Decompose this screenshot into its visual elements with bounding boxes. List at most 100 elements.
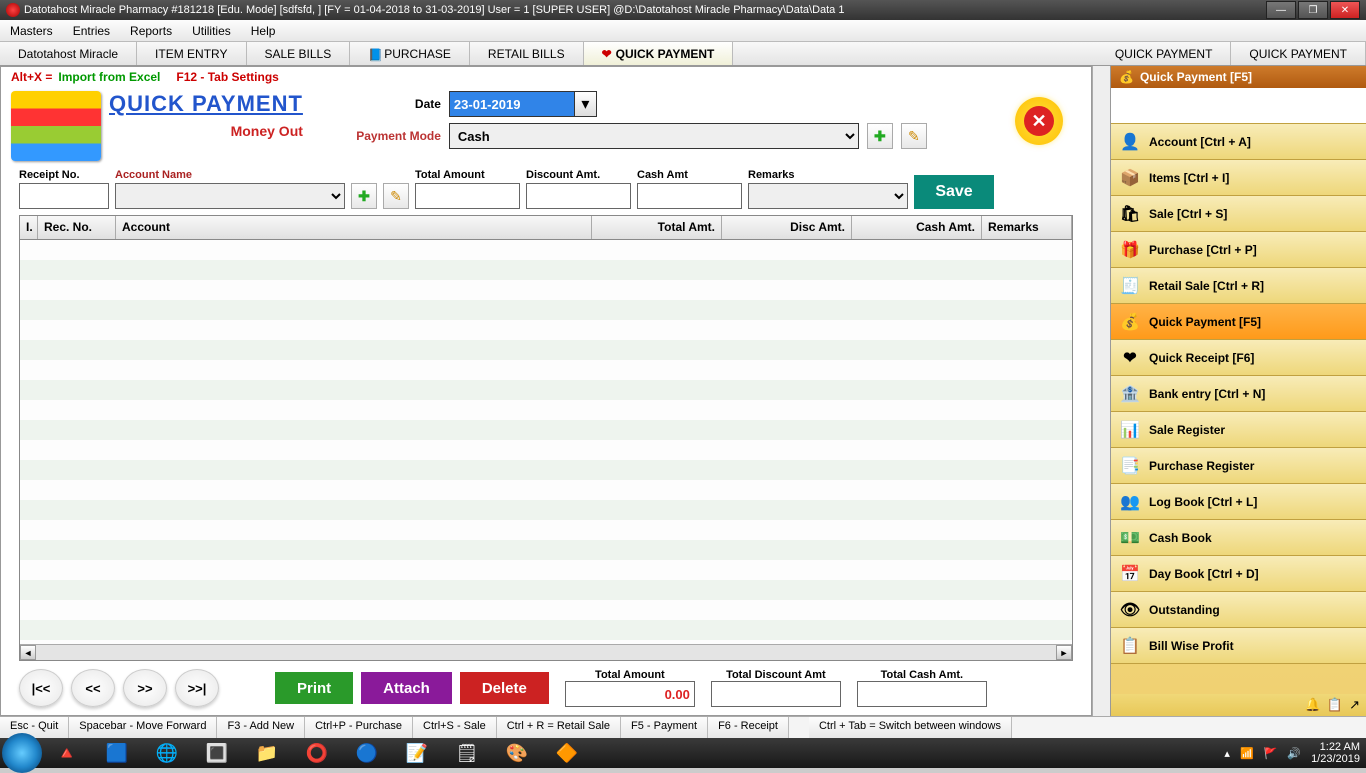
tray-volume-icon[interactable]: 🔊 — [1287, 747, 1301, 760]
nav-last-button[interactable]: >>| — [175, 669, 219, 707]
system-tray[interactable]: ▴ 📶 🚩 🔊 1:22 AM 1/23/2019 — [1224, 741, 1366, 765]
shortcut-ctrltab[interactable]: Ctrl + Tab = Switch between windows — [809, 717, 1012, 738]
nav-first-button[interactable]: |<< — [19, 669, 63, 707]
side-item-2[interactable]: 🛍Sale [Ctrl + S] — [1111, 196, 1366, 232]
start-button[interactable] — [2, 733, 42, 773]
col-rec-no[interactable]: Rec. No. — [38, 216, 116, 239]
import-link[interactable]: Import from Excel — [58, 70, 160, 84]
taskbar-opera-icon[interactable]: ⭕ — [293, 739, 341, 767]
shortcut-f3[interactable]: F3 - Add New — [217, 717, 305, 738]
tray-clock[interactable]: 1:22 AM 1/23/2019 — [1311, 741, 1360, 765]
taskbar-miracle-icon[interactable]: 🔶 — [543, 739, 591, 767]
payment-mode-select[interactable]: Cash — [449, 123, 859, 149]
taskbar-ie-icon[interactable]: 🌐 — [143, 739, 191, 767]
tab-retail-bills[interactable]: RETAIL BILLS — [470, 42, 584, 65]
side-item-11[interactable]: 💵Cash Book — [1111, 520, 1366, 556]
taskbar-paint-icon[interactable]: 🎨 — [493, 739, 541, 767]
shortcut-ctrls[interactable]: Ctrl+S - Sale — [413, 717, 497, 738]
tab-home[interactable]: Datotahost Miracle — [0, 42, 137, 65]
print-button[interactable]: Print — [275, 672, 353, 704]
side-item-7[interactable]: 🏦Bank entry [Ctrl + N] — [1111, 376, 1366, 412]
taskbar-app1-icon[interactable]: 🟦 — [93, 739, 141, 767]
tab-item-entry[interactable]: ITEM ENTRY — [137, 42, 246, 65]
tab-quick-payment-2[interactable]: QUICK PAYMENT — [1097, 42, 1232, 65]
side-item-1[interactable]: 📦Items [Ctrl + I] — [1111, 160, 1366, 196]
col-disc-amt[interactable]: Disc Amt. — [722, 216, 852, 239]
shortcut-ctrlr[interactable]: Ctrl + R = Retail Sale — [497, 717, 621, 738]
col-account[interactable]: Account — [116, 216, 592, 239]
tab-purchase[interactable]: 📘PURCHASE — [350, 42, 470, 65]
side-item-label: Quick Payment [F5] — [1149, 315, 1261, 329]
menu-entries[interactable]: Entries — [63, 24, 120, 38]
side-item-14[interactable]: 📋Bill Wise Profit — [1111, 628, 1366, 664]
taskbar-app2-icon[interactable]: 🔳 — [193, 739, 241, 767]
vertical-scrollbar[interactable] — [1092, 66, 1110, 716]
save-button[interactable]: Save — [914, 175, 994, 209]
tab-quick-payment-3[interactable]: QUICK PAYMENT — [1231, 42, 1366, 65]
col-total-amt[interactable]: Total Amt. — [592, 216, 722, 239]
col-cash-amt[interactable]: Cash Amt. — [852, 216, 982, 239]
add-account-button[interactable]: ✚ — [351, 183, 377, 209]
shortcut-esc[interactable]: Esc - Quit — [0, 717, 69, 738]
attach-button[interactable]: Attach — [361, 672, 452, 704]
tab-quick-payment-active[interactable]: ❤QUICK PAYMENT — [584, 42, 734, 65]
side-search-area[interactable] — [1111, 88, 1366, 124]
side-item-12[interactable]: 📅Day Book [Ctrl + D] — [1111, 556, 1366, 592]
shortcut-space[interactable]: Spacebar - Move Forward — [69, 717, 217, 738]
edit-account-button[interactable]: ✎ — [383, 183, 409, 209]
side-item-13[interactable]: 👁Outstanding — [1111, 592, 1366, 628]
grid-body[interactable] — [20, 240, 1072, 644]
shortcut-f6[interactable]: F6 - Receipt — [708, 717, 789, 738]
col-index[interactable]: I. — [20, 216, 38, 239]
close-button[interactable]: ✕ — [1330, 1, 1360, 19]
side-item-6[interactable]: ❤Quick Receipt [F6] — [1111, 340, 1366, 376]
close-form-button[interactable]: ✕ — [1015, 97, 1063, 145]
nav-prev-button[interactable]: << — [71, 669, 115, 707]
side-item-9[interactable]: 📑Purchase Register — [1111, 448, 1366, 484]
taskbar-notes-icon[interactable]: 🗒 — [443, 739, 491, 767]
side-item-3[interactable]: 🎁Purchase [Ctrl + P] — [1111, 232, 1366, 268]
tray-flag-icon[interactable]: 🚩 — [1264, 747, 1278, 760]
taskbar-vlc-icon[interactable]: 🔺 — [43, 739, 91, 767]
delete-button[interactable]: Delete — [460, 672, 549, 704]
col-remarks[interactable]: Remarks — [982, 216, 1072, 239]
scroll-left-arrow[interactable]: ◄ — [20, 645, 36, 660]
shortcut-ctrlp[interactable]: Ctrl+P - Purchase — [305, 717, 413, 738]
tab-sale-bills[interactable]: SALE BILLS — [247, 42, 351, 65]
total-amount-input[interactable] — [415, 183, 520, 209]
taskbar-chrome-icon[interactable]: 🔵 — [343, 739, 391, 767]
cash-amt-input[interactable] — [637, 183, 742, 209]
side-item-0[interactable]: 👤Account [Ctrl + A] — [1111, 124, 1366, 160]
tray-arrow-icon[interactable]: ▴ — [1224, 747, 1230, 760]
copy-icon[interactable]: 📋 — [1327, 697, 1343, 713]
f12-label[interactable]: F12 - Tab Settings — [176, 70, 278, 84]
discount-amt-input[interactable] — [526, 183, 631, 209]
side-item-4[interactable]: 🧾Retail Sale [Ctrl + R] — [1111, 268, 1366, 304]
maximize-button[interactable]: ❐ — [1298, 1, 1328, 19]
nav-next-button[interactable]: >> — [123, 669, 167, 707]
pin-icon[interactable]: 🔔 — [1305, 697, 1321, 713]
account-name-select[interactable] — [115, 183, 345, 209]
menu-masters[interactable]: Masters — [0, 24, 63, 38]
taskbar-word-icon[interactable]: 📝 — [393, 739, 441, 767]
side-item-10[interactable]: 👥Log Book [Ctrl + L] — [1111, 484, 1366, 520]
side-panel-title: 💰 Quick Payment [F5] — [1111, 66, 1366, 88]
taskbar-explorer-icon[interactable]: 📁 — [243, 739, 291, 767]
edit-payment-mode-button[interactable]: ✎ — [901, 123, 927, 149]
menu-help[interactable]: Help — [241, 24, 286, 38]
receipt-no-input[interactable] — [19, 183, 109, 209]
horizontal-scrollbar[interactable]: ◄ ► — [20, 644, 1072, 660]
scroll-right-arrow[interactable]: ► — [1056, 645, 1072, 660]
remarks-select[interactable] — [748, 183, 908, 209]
expand-icon[interactable]: ↗ — [1349, 697, 1360, 713]
date-dropdown-button[interactable]: ▾ — [575, 91, 597, 117]
date-input[interactable] — [449, 91, 575, 117]
minimize-button[interactable]: — — [1266, 1, 1296, 19]
tray-network-icon[interactable]: 📶 — [1240, 747, 1254, 760]
add-payment-mode-button[interactable]: ✚ — [867, 123, 893, 149]
side-item-8[interactable]: 📊Sale Register — [1111, 412, 1366, 448]
shortcut-f5[interactable]: F5 - Payment — [621, 717, 708, 738]
menu-utilities[interactable]: Utilities — [182, 24, 241, 38]
side-item-5[interactable]: 💰Quick Payment [F5] — [1111, 304, 1366, 340]
menu-reports[interactable]: Reports — [120, 24, 182, 38]
